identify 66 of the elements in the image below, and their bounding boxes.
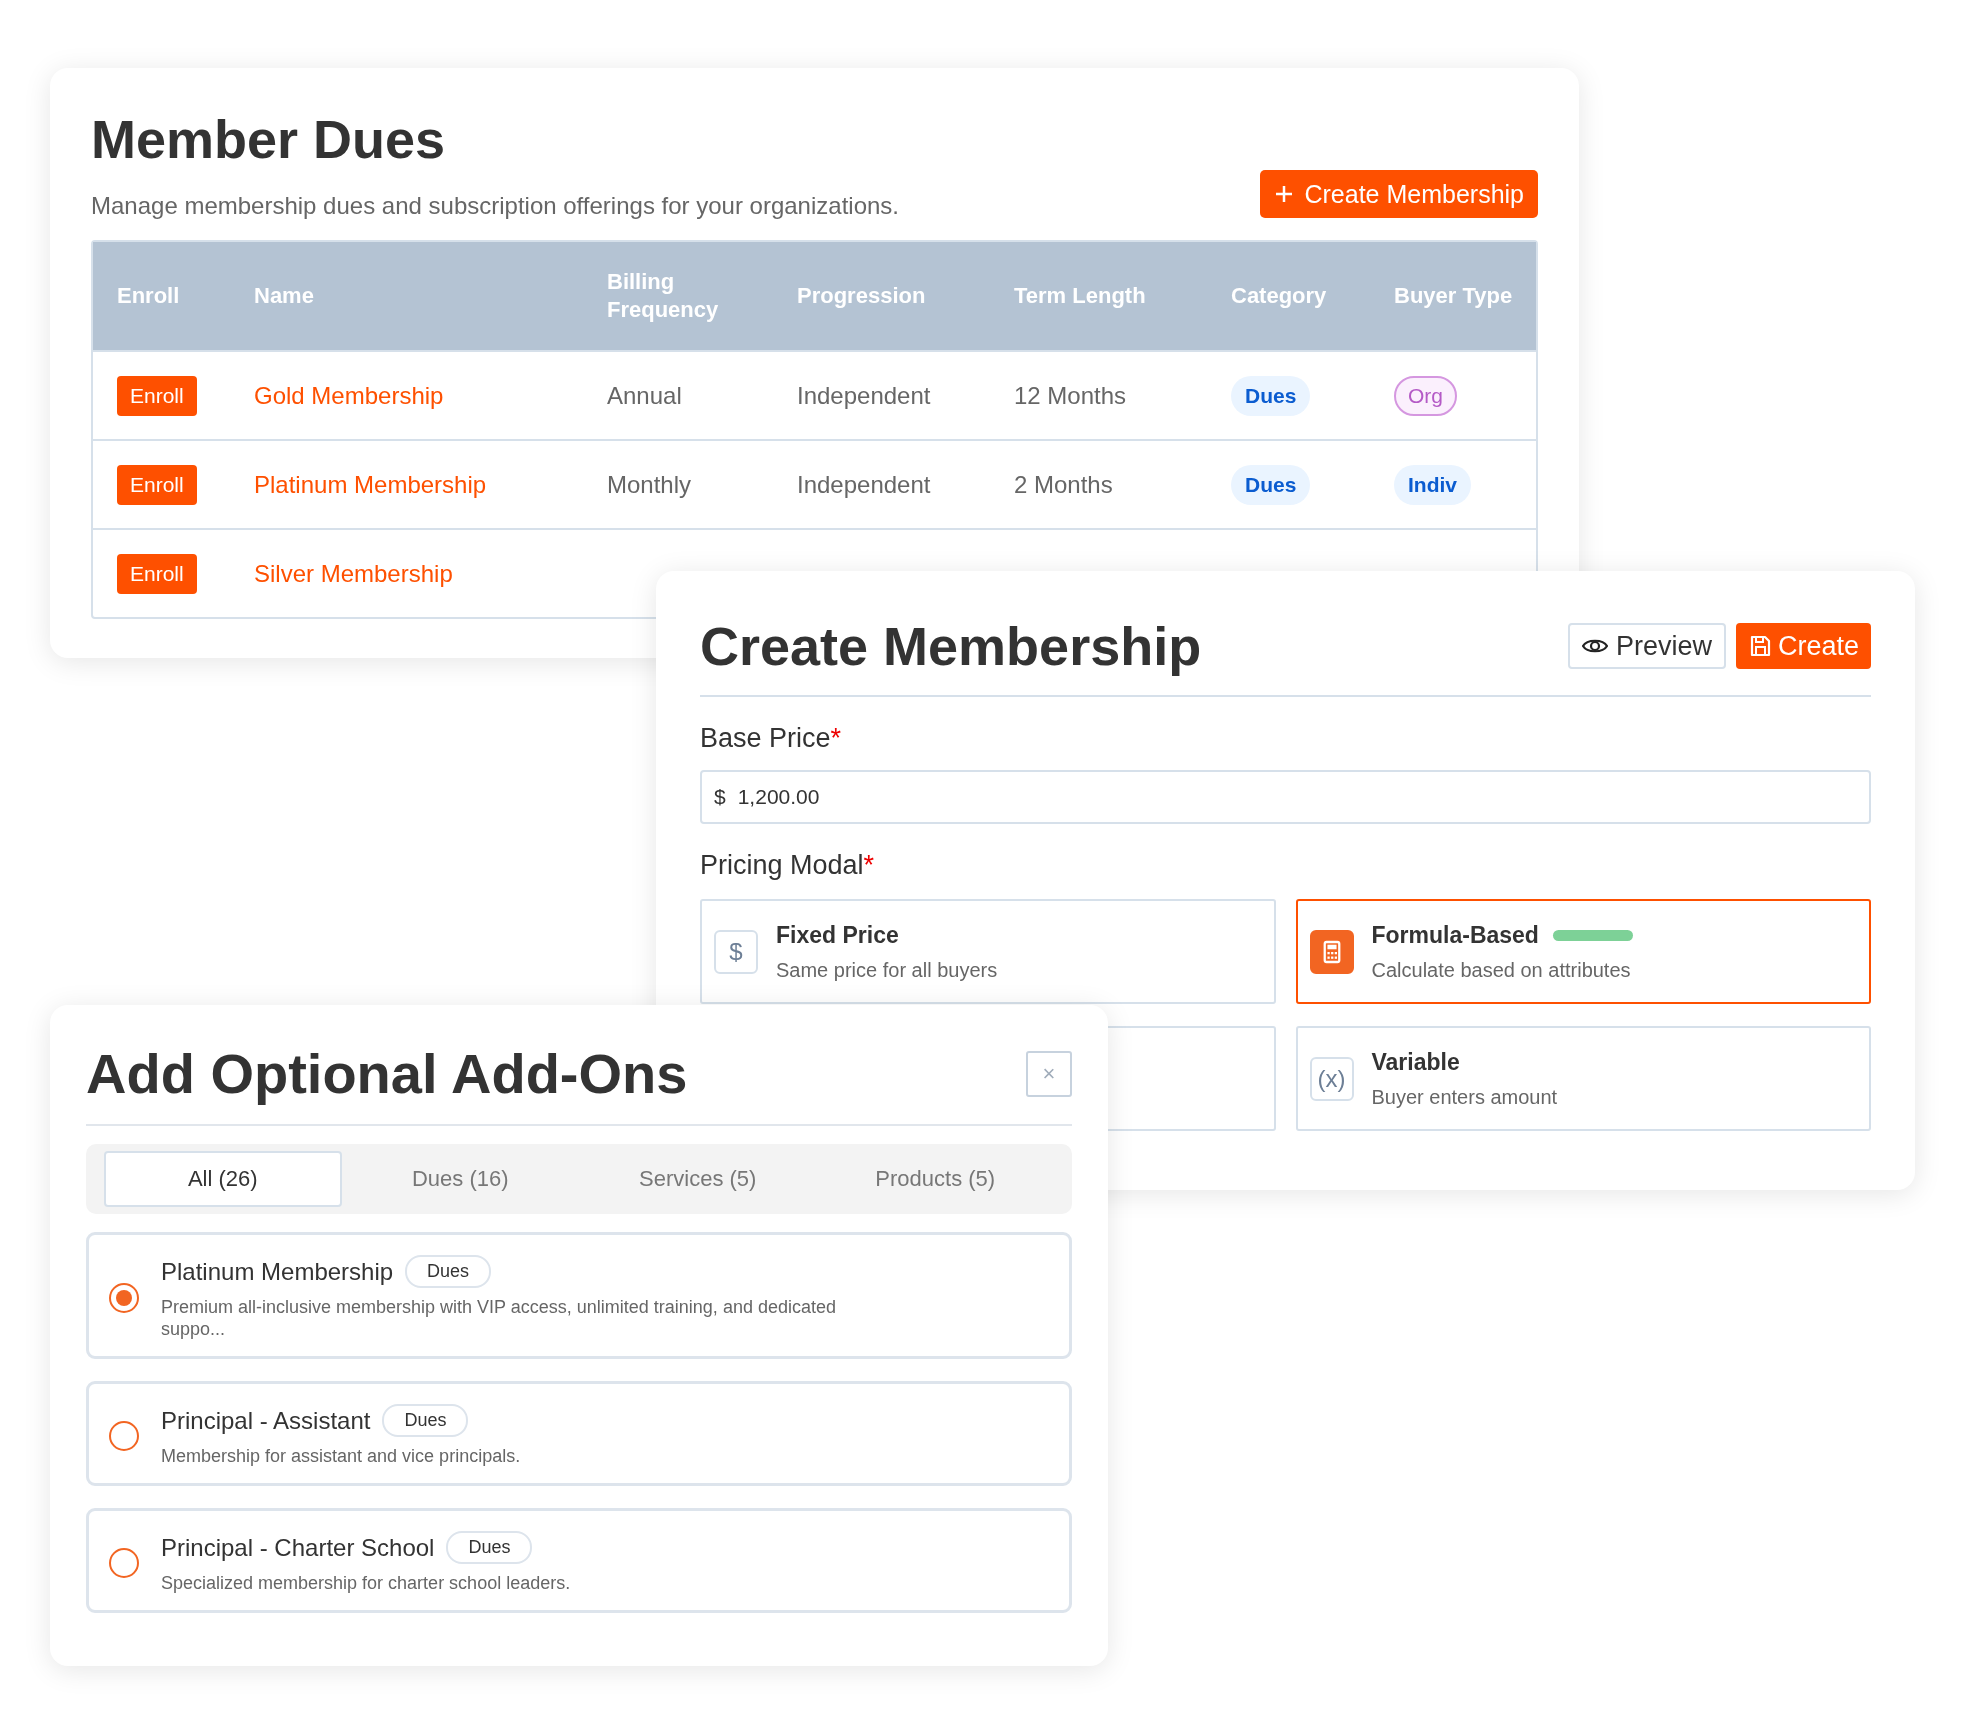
card-title: Create Membership bbox=[700, 615, 1202, 677]
option-title: Variable bbox=[1371, 1048, 1460, 1076]
filter-tab[interactable]: Services (5) bbox=[579, 1151, 817, 1207]
filter-tab[interactable]: Dues (16) bbox=[341, 1151, 579, 1207]
table-cell-text: Independent bbox=[797, 470, 932, 499]
create-membership-button[interactable]: Create Membership bbox=[1260, 170, 1538, 218]
field-label: Pricing Modal* bbox=[700, 850, 875, 880]
plus-icon bbox=[1274, 184, 1295, 204]
option-icon: $ bbox=[714, 929, 758, 974]
field-label: Base Price* bbox=[700, 723, 842, 753]
table-cell-text: 2 Months bbox=[1014, 470, 1114, 499]
tag: Dues bbox=[405, 1255, 492, 1288]
close-button[interactable]: × bbox=[1026, 1050, 1072, 1097]
table-cell-text: 12 Months bbox=[1014, 381, 1128, 410]
radio-button[interactable] bbox=[109, 1420, 139, 1451]
tag: Dues bbox=[446, 1531, 533, 1564]
enroll-button[interactable]: Enroll bbox=[117, 464, 197, 505]
add-on-title: Principal - Assistant bbox=[161, 1406, 371, 1435]
add-on-title: Platinum Membership bbox=[161, 1257, 394, 1286]
option-title: Fixed Price bbox=[776, 921, 899, 949]
option-description: Buyer enters amount bbox=[1371, 1085, 1558, 1109]
pricing-option[interactable]: Formula-Based Calculate based on attributes bbox=[1295, 899, 1871, 1004]
column-header: Enroll bbox=[117, 282, 181, 310]
price-input-field[interactable]: $ 1,200.00 bbox=[700, 770, 1871, 824]
radio-button[interactable] bbox=[109, 1282, 139, 1313]
column-header: Name bbox=[254, 282, 315, 310]
page-subtitle: Manage membership dues and subscription offerings for your organizations. bbox=[91, 192, 899, 220]
option-description: Same price for all buyers bbox=[776, 958, 998, 982]
column-header: Category bbox=[1231, 282, 1328, 310]
tag: Org bbox=[1394, 375, 1457, 416]
tag: Dues bbox=[1231, 375, 1311, 416]
add-on-title: Principal - Charter School bbox=[161, 1533, 435, 1562]
option-description: Calculate based on attributes bbox=[1371, 958, 1632, 982]
pricing-option[interactable]: $ Fixed Price Same price for all buyers bbox=[700, 899, 1276, 1004]
column-header: Buyer Type bbox=[1394, 282, 1514, 310]
enroll-button[interactable]: Enroll bbox=[117, 553, 197, 594]
filter-tab[interactable]: Products (5) bbox=[816, 1151, 1054, 1207]
add-on-option[interactable]: Platinum Membership Dues Premium all-inclusive membership with VIP access, unlimited training, and dedicated suppo... bbox=[86, 1232, 1072, 1359]
tag: Dues bbox=[1231, 464, 1311, 505]
option-title: Formula-Based bbox=[1371, 921, 1539, 949]
membership-name-link[interactable]: Gold Membership bbox=[254, 381, 607, 410]
table-cell-text: Independent bbox=[797, 381, 932, 410]
pricing-option[interactable]: (x) Variable Buyer enters amount bbox=[1295, 1026, 1871, 1131]
column-header: Term Length bbox=[1014, 282, 1147, 310]
table-cell-text: Monthly bbox=[607, 470, 693, 499]
membership-name-link[interactable]: Platinum Membership bbox=[254, 470, 607, 499]
table-cell-text: Annual bbox=[607, 381, 683, 410]
tag: Dues bbox=[382, 1404, 469, 1437]
preview-button[interactable]: Preview bbox=[1567, 623, 1726, 669]
add-on-description: Premium all-inclusive membership with VIP access, unlimited training, and dedicated suppo... bbox=[161, 1296, 837, 1340]
create-button[interactable]: Create bbox=[1735, 623, 1871, 669]
filter-tab[interactable]: All (26) bbox=[104, 1151, 342, 1207]
dialog-title: Add Optional Add-Ons bbox=[86, 1041, 688, 1106]
membership-name-link[interactable]: Silver Membership bbox=[254, 559, 607, 588]
tag: Indiv bbox=[1394, 464, 1471, 505]
add-on-option[interactable]: Principal - Assistant Dues Membership for assistant and vice principals. bbox=[86, 1381, 1072, 1486]
column-header: Billing Frequency bbox=[607, 268, 720, 324]
enroll-button[interactable]: Enroll bbox=[117, 375, 197, 416]
add-on-option[interactable]: Principal - Charter School Dues Specialized membership for charter school leaders. bbox=[86, 1508, 1072, 1613]
option-icon: (x) bbox=[1309, 1056, 1354, 1101]
page-title: Member Dues bbox=[91, 108, 447, 170]
radio-button[interactable] bbox=[109, 1547, 139, 1578]
calculator-icon bbox=[1309, 929, 1354, 974]
column-header: Progression bbox=[797, 282, 927, 310]
add-on-description: Membership for assistant and vice principals. bbox=[161, 1445, 521, 1467]
add-on-description: Specialized membership for charter school leaders. bbox=[161, 1572, 571, 1594]
